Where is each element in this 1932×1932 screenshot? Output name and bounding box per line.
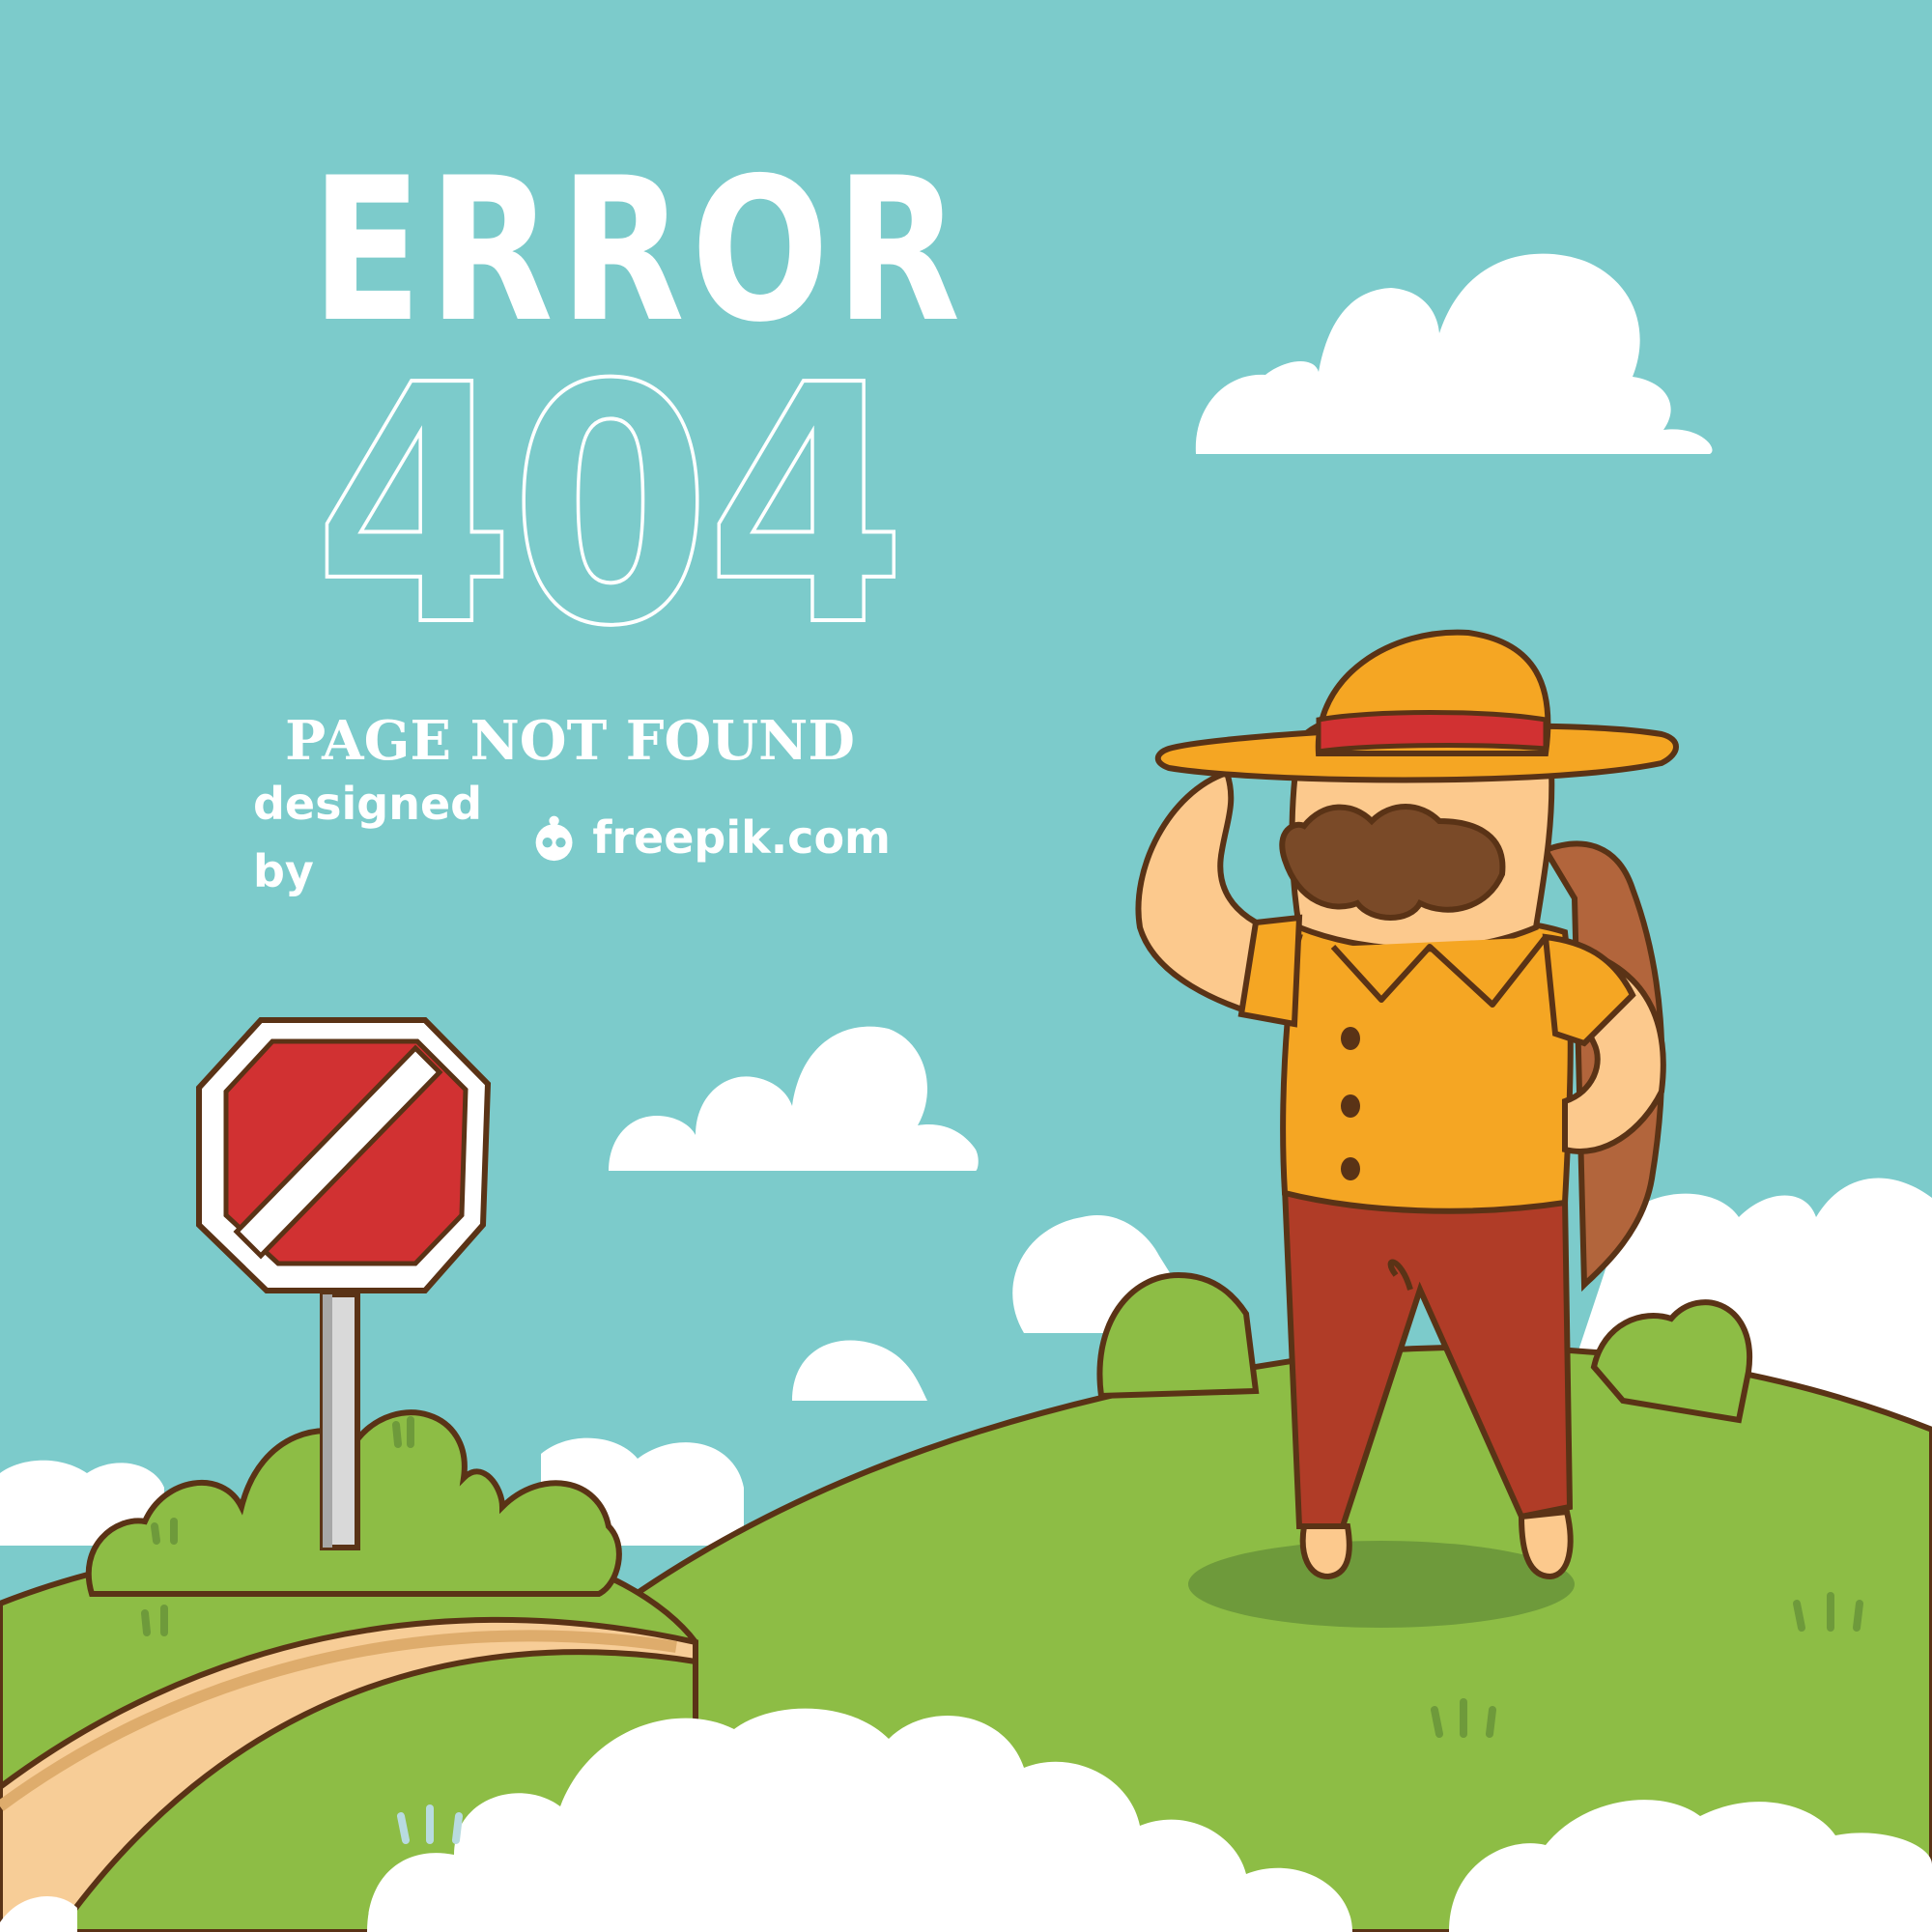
right-foot (1518, 1508, 1574, 1580)
hat-band (1316, 710, 1548, 754)
freepik-logo-icon (535, 815, 573, 862)
credit-site-link[interactable]: freepik.com (592, 804, 891, 871)
error-404-illustration: ERROR 404 PAGE NOT FOUND designed by fre… (0, 0, 1932, 1932)
credit-line[interactable]: designed by freepik.com (253, 778, 891, 897)
credit-prefix: designed by (253, 778, 483, 897)
mustache (1279, 804, 1506, 921)
error-code: 404 (312, 316, 909, 698)
man-shadow (1188, 1541, 1575, 1628)
left-foot (1299, 1523, 1352, 1580)
page-not-found-text: PAGE NOT FOUND (285, 709, 855, 773)
